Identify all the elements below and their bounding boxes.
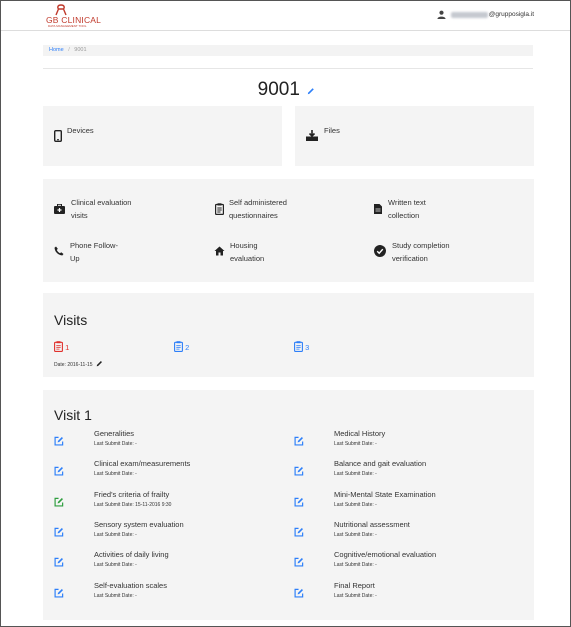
form-name[interactable]: Cognitive/emotional evaluation <box>334 550 436 559</box>
clipboard-icon <box>215 203 224 215</box>
edit-form-icon[interactable] <box>294 466 304 476</box>
edit-title-icon[interactable] <box>307 87 315 95</box>
files-card[interactable]: Files <box>295 106 534 166</box>
files-label: Files <box>324 126 340 135</box>
menu-item-label-line2: questionnaires <box>229 211 278 220</box>
edit-form-icon[interactable] <box>294 527 304 537</box>
form-last-submit-date: Last Submit Date: - <box>334 592 377 599</box>
visit-link-3[interactable]: 3 <box>294 341 309 352</box>
visits-card: Visits 1 2 3 Date: 2016-11-15 <box>43 293 534 377</box>
form-last-submit-date: Last Submit Date: - <box>334 441 377 447</box>
visit-number: 3 <box>305 343 310 352</box>
edit-date-icon[interactable] <box>96 360 103 367</box>
menu-item-label-line2: evaluation <box>230 254 265 263</box>
form-last-submit-date: Last Submit Date: - <box>94 531 137 538</box>
menu-item-label-line1: Study completion <box>392 241 450 250</box>
clipboard-icon <box>294 341 303 352</box>
app-window: GB CLINICAL DATA MANAGEMENT TOOL @gruppo… <box>0 0 571 627</box>
redacted-username <box>450 11 488 18</box>
form-last-submit-date: Last Submit Date: - <box>334 531 377 538</box>
breadcrumb-home-link[interactable]: Home <box>49 47 64 53</box>
form-name[interactable]: Medical History <box>334 429 385 438</box>
edit-form-icon[interactable] <box>294 557 304 567</box>
document-icon <box>374 204 382 214</box>
menu-item-label-line1: Phone Follow- <box>70 241 118 250</box>
form-name[interactable]: Self-evaluation scales <box>94 581 167 590</box>
divider <box>43 68 533 69</box>
user-icon <box>437 10 446 19</box>
form-name[interactable]: Nutritional assessment <box>334 520 410 529</box>
top-navbar: GB CLINICAL DATA MANAGEMENT TOOL @gruppo… <box>1 1 570 31</box>
visit-link-1[interactable]: 1 <box>54 341 69 352</box>
form-last-submit-date: Last Submit Date: - <box>334 471 377 478</box>
form-name[interactable]: Balance and gait evaluation <box>334 459 426 468</box>
form-name[interactable]: Fried's criteria of frailty <box>94 490 169 499</box>
check-circle-icon <box>374 245 386 257</box>
mobile-phone-icon <box>54 130 62 142</box>
user-email: @grupposigla.it <box>488 11 534 18</box>
form-name[interactable]: Generalities <box>94 429 134 438</box>
menu-study-completion-verification[interactable]: Study completion verification <box>392 239 450 265</box>
form-last-submit-date: Last Submit Date: - <box>334 501 377 508</box>
edit-form-icon[interactable] <box>54 557 64 567</box>
visit-date: Date: 2016-11-15 <box>54 362 93 368</box>
devices-card[interactable]: Devices <box>43 106 282 166</box>
form-last-submit-date: Last Submit Date: - <box>94 471 137 478</box>
form-name[interactable]: Clinical exam/measurements <box>94 459 190 468</box>
form-name[interactable]: Mini-Mental State Examination <box>334 490 436 499</box>
menu-housing-evaluation[interactable]: Housing evaluation <box>230 239 264 265</box>
devices-label: Devices <box>67 126 94 135</box>
menu-item-label-line1: Housing <box>230 241 258 250</box>
phone-icon <box>54 246 64 256</box>
menu-item-label-line1: Self administered <box>229 198 287 207</box>
edit-form-icon[interactable] <box>54 588 64 598</box>
home-icon <box>214 246 225 256</box>
user-menu[interactable]: @grupposigla.it <box>437 10 534 19</box>
form-name[interactable]: Activities of daily living <box>94 550 169 559</box>
edit-form-icon[interactable] <box>294 436 304 446</box>
edit-form-icon[interactable] <box>294 497 304 507</box>
menu-item-label-line2: collection <box>388 211 420 220</box>
visit-1-title: Visit 1 <box>54 407 92 423</box>
visit-number: 1 <box>65 343 70 352</box>
form-last-submit-date: Last Submit Date: - <box>94 441 137 447</box>
form-last-submit-date: Last Submit Date: 15-11-2016 9:30 <box>94 501 172 508</box>
menu-item-label-line2: verification <box>392 254 428 263</box>
menu-item-label-line1: Clinical evaluation <box>71 198 132 207</box>
breadcrumb: Home / 9001 <box>43 45 533 56</box>
edit-form-icon[interactable] <box>54 527 64 537</box>
menu-written-text-collection[interactable]: Written text collection <box>388 196 426 222</box>
breadcrumb-current: 9001 <box>74 47 87 53</box>
edit-form-icon[interactable] <box>54 436 64 446</box>
clipboard-icon <box>174 341 183 352</box>
form-name[interactable]: Final Report <box>334 581 375 590</box>
menu-item-label-line2: Up <box>70 254 80 263</box>
page-title: 9001 <box>257 79 300 100</box>
menu-self-administered-questionnaires[interactable]: Self administered questionnaires <box>229 196 287 222</box>
medkit-icon <box>54 204 65 214</box>
menu-phone-follow-up[interactable]: Phone Follow- Up <box>70 239 118 265</box>
visit-number: 2 <box>185 343 190 352</box>
logo[interactable]: GB CLINICAL DATA MANAGEMENT TOOL <box>46 4 106 28</box>
edit-form-icon[interactable] <box>54 466 64 476</box>
menu-item-label-line1: Written text <box>388 198 426 207</box>
edit-form-icon[interactable] <box>294 588 304 598</box>
clipboard-icon <box>54 341 63 352</box>
visit-link-2[interactable]: 2 <box>174 341 189 352</box>
form-name[interactable]: Sensory system evaluation <box>94 520 184 529</box>
form-last-submit-date: Last Submit Date: - <box>334 562 377 569</box>
menu-clinical-evaluation-visits[interactable]: Clinical evaluation visits <box>71 196 131 222</box>
sections-menu-card: Clinical evaluation visits Self administ… <box>43 179 534 282</box>
form-last-submit-date: Last Submit Date: - <box>94 562 137 569</box>
logo-subtext: DATA MANAGEMENT TOOL <box>48 24 87 28</box>
visit-date-row: Date: 2016-11-15 <box>54 360 103 368</box>
edit-form-icon[interactable] <box>54 497 64 507</box>
form-last-submit-date: Last Submit Date: - <box>94 592 137 599</box>
breadcrumb-separator: / <box>68 47 70 53</box>
page-header: 9001 <box>1 79 570 101</box>
visits-title: Visits <box>54 312 88 328</box>
menu-item-label-line2: visits <box>71 211 88 220</box>
download-tray-icon <box>306 130 318 141</box>
visit-1-card: Visit 1 Generalities Last Submit Date: - M… <box>43 390 534 620</box>
